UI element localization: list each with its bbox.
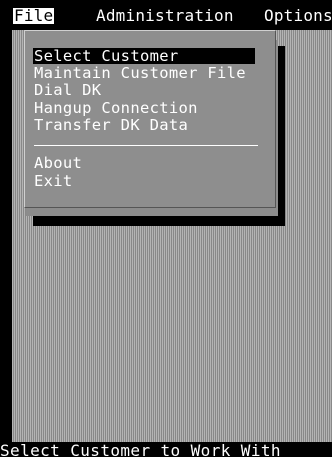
menu-item-dial-dk[interactable]: Dial DK — [34, 82, 101, 98]
dos-application-screen: File Administration Options Select Custo… — [0, 0, 332, 457]
menu-item-exit[interactable]: Exit — [34, 173, 73, 189]
menu-item-about[interactable]: About — [34, 155, 82, 171]
menu-bar: File Administration Options — [0, 0, 332, 30]
file-menu-dropdown: Select Customer Maintain Customer File D… — [24, 30, 276, 208]
status-bar: Select Customer to Work With — [0, 442, 332, 457]
menu-file[interactable]: File — [13, 8, 55, 24]
menu-separator — [34, 145, 258, 146]
menu-administration[interactable]: Administration — [96, 8, 234, 24]
menu-options[interactable]: Options — [264, 8, 332, 24]
menu-item-hangup-connection[interactable]: Hangup Connection — [34, 100, 198, 116]
menu-item-select-customer[interactable]: Select Customer — [33, 48, 255, 64]
desktop-border — [0, 30, 12, 442]
menu-item-transfer-dk-data[interactable]: Transfer DK Data — [34, 117, 188, 133]
menu-item-maintain-customer-file[interactable]: Maintain Customer File — [34, 65, 246, 81]
status-text: Select Customer to Work With — [0, 442, 281, 457]
